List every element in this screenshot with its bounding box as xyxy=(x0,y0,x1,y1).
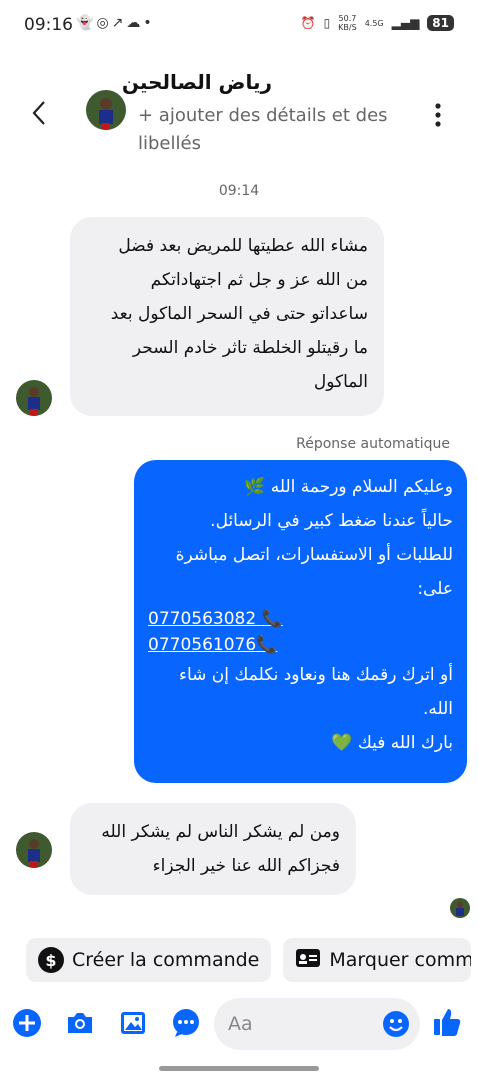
message-line: بارك الله فيك 💚 xyxy=(331,733,453,753)
back-button[interactable] xyxy=(28,98,52,128)
quick-actions: $ Créer la commande Marquer comme xyxy=(26,938,472,982)
message-line: على: xyxy=(417,579,453,599)
message-line: فجزاكم الله عنا خير الجزاء xyxy=(152,856,340,876)
contact-card-icon xyxy=(295,947,321,974)
phone-number: 0770563082 xyxy=(148,609,257,629)
network-type: 4.5G xyxy=(364,18,384,28)
signal-icon: ▂▄▆ xyxy=(391,16,420,30)
message-line: مشاء الله عطيتها للمريض بعد فضل xyxy=(118,236,368,256)
message-line: الماكول xyxy=(313,372,368,392)
create-order-label: Créer la commande xyxy=(72,949,260,971)
gesture-nav-handle[interactable] xyxy=(159,1066,319,1071)
message-line: ومن لم يشكر الناس لم يشكر الله xyxy=(101,822,340,842)
image-icon xyxy=(121,1012,145,1034)
input-placeholder: Aa xyxy=(228,1013,253,1035)
status-time: 09:16 xyxy=(24,15,73,35)
message-line: ما رقيتلو الخلطة تاثر خادم السحر xyxy=(132,338,368,358)
chat-dots-icon xyxy=(173,1009,199,1037)
add-details-link[interactable]: + ajouter des détails et des libellés xyxy=(138,102,398,158)
speed-unit: KB/S xyxy=(338,23,357,32)
incoming-message[interactable]: مشاء الله عطيتها للمريض بعد فضل من الله … xyxy=(70,217,384,416)
network-speed: 50.7 KB/S xyxy=(338,14,357,32)
smiley-icon xyxy=(383,1011,409,1037)
message-line: من الله عز و جل ثم اجتهاداتكم xyxy=(150,270,368,290)
create-order-button[interactable]: $ Créer la commande xyxy=(26,938,272,982)
sender-avatar xyxy=(16,380,52,416)
message-line: حالياً عندنا ضغط كبير في الرسائل. xyxy=(210,511,453,531)
like-button[interactable] xyxy=(432,1006,462,1036)
message-line: ساعداتو حتى في السحر الماكول بعد xyxy=(110,304,368,324)
more-actions-button[interactable] xyxy=(171,1008,201,1038)
snapchat-icon: 👻 xyxy=(76,15,97,31)
vibrate-icon: ▯ xyxy=(323,16,331,30)
camera-icon xyxy=(68,1013,92,1033)
thumbs-up-icon xyxy=(434,1009,461,1036)
phone-number: 0770561076 xyxy=(148,635,257,655)
chat-header: رياض الصالحين + ajouter des détails et d… xyxy=(0,60,478,170)
plus-icon xyxy=(13,1009,41,1037)
message-timestamp: 09:14 xyxy=(218,183,260,199)
message-line: للطلبات أو الاستفسارات، اتصل مباشرة xyxy=(175,545,453,565)
mark-as-button[interactable]: Marquer comme xyxy=(283,938,472,982)
mark-as-label: Marquer comme xyxy=(329,949,472,971)
more-vertical-icon xyxy=(435,103,441,127)
contact-name[interactable]: رياض الصالحين xyxy=(0,70,272,94)
status-notification-icons: 👻◎↗☁• xyxy=(76,15,155,31)
auto-reply-label: Réponse automatique xyxy=(296,436,450,452)
cloud-icon: ☁ xyxy=(126,15,144,31)
message-line: وعليكم السلام ورحمة الله 🌿 xyxy=(244,477,453,497)
avatar[interactable] xyxy=(86,90,126,130)
add-button[interactable] xyxy=(12,1008,42,1038)
gallery-button[interactable] xyxy=(118,1008,148,1038)
speed-value: 50.7 xyxy=(338,14,357,23)
alarm-icon: ⏰ xyxy=(300,16,316,30)
dollar-icon: $ xyxy=(38,947,64,973)
emoji-button[interactable] xyxy=(382,1010,410,1038)
dot-icon: • xyxy=(143,15,155,31)
incoming-message[interactable]: ومن لم يشكر الناس لم يشكر الله فجزاكم ال… xyxy=(70,803,356,895)
sender-avatar xyxy=(16,832,52,868)
phone-icon: 📞 xyxy=(256,635,278,655)
messenger-icon: ◎ xyxy=(96,15,112,31)
missed-call-icon: ↗ xyxy=(111,15,127,31)
phone-link-1[interactable]: 0770563082 📞 xyxy=(148,606,453,632)
status-right-icons: ⏰ ▯ 50.7 KB/S 4.5G ▂▄▆ 81 xyxy=(301,14,454,32)
camera-button[interactable] xyxy=(65,1008,95,1038)
seen-receipt-avatar xyxy=(450,898,470,918)
outgoing-message[interactable]: وعليكم السلام ورحمة الله 🌿 حالياً عندنا … xyxy=(134,460,467,783)
phone-link-2[interactable]: 0770561076📞 xyxy=(148,632,453,658)
battery-level: 81 xyxy=(427,15,454,31)
chevron-left-icon xyxy=(32,101,45,125)
more-options-button[interactable] xyxy=(432,100,444,130)
status-bar: 09:16 👻◎↗☁• ⏰ ▯ 50.7 KB/S 4.5G ▂▄▆ 81 xyxy=(0,0,478,50)
message-input[interactable]: Aa xyxy=(214,998,420,1050)
message-line: الله. xyxy=(422,699,453,719)
message-composer: Aa xyxy=(0,996,478,1052)
message-line: أو اترك رقمك هنا ونعاود نكلمك إن شاء xyxy=(178,665,453,685)
phone-icon: 📞 xyxy=(261,609,283,629)
